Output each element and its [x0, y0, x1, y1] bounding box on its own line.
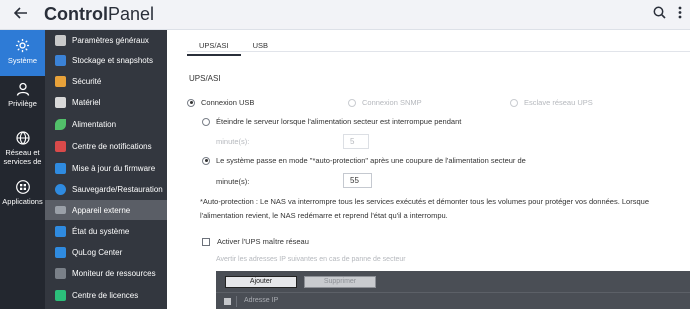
menu-label: QuLog Center — [72, 247, 123, 257]
app-header: ControlPanel — [0, 0, 690, 30]
license-icon — [55, 289, 66, 301]
menu-label: Sauvegarde/Restauration — [72, 184, 163, 194]
radio-autoprotect-option[interactable]: Le système passe en mode "*auto-protecti… — [202, 156, 526, 165]
app-title-rest: Panel — [107, 4, 155, 24]
radio-label: Connexion USB — [201, 98, 255, 107]
hardware-icon — [55, 96, 66, 108]
lock-icon — [55, 75, 66, 87]
menu-item-hardware[interactable]: Matériel — [45, 92, 167, 112]
checkbox-label: Activer l'UPS maître réseau — [217, 237, 309, 246]
add-button[interactable]: Ajouter — [225, 276, 297, 288]
globe-icon — [0, 131, 45, 145]
menu-item-backup[interactable]: Sauvegarde/Restauration — [45, 179, 167, 199]
menu-item-system-status[interactable]: État du système — [45, 221, 167, 241]
firmware-update-icon — [55, 162, 66, 174]
rail-item-system[interactable]: Système — [0, 30, 45, 76]
category-rail: Système Privilège Réseau et services de … — [0, 30, 45, 309]
tab-ups[interactable]: UPS/ASI — [187, 38, 241, 56]
radio-label: Éteindre le serveur lorsque l'alimentati… — [216, 117, 462, 126]
radio-selected-icon — [202, 156, 210, 165]
radio-label: Le système passe en mode "*auto-protecti… — [216, 156, 526, 165]
menu-label: Alimentation — [72, 119, 117, 129]
app-title: ControlPanel — [44, 4, 154, 25]
menu-label: Centre de notifications — [72, 141, 152, 151]
back-arrow-icon[interactable] — [13, 6, 34, 24]
rail-label-privilege: Privilège — [8, 99, 37, 108]
autoprotect-minutes-input[interactable] — [343, 173, 372, 188]
radio-usb-connection[interactable]: Connexion USB — [187, 98, 254, 107]
menu-item-external-device[interactable]: Appareil externe — [45, 200, 167, 220]
search-icon[interactable] — [653, 6, 666, 19]
menu-item-firmware[interactable]: Mise à jour du firmware — [45, 158, 167, 178]
menu-item-qulog[interactable]: QuLog Center — [45, 242, 167, 262]
column-divider — [236, 296, 237, 307]
menu-label: Appareil externe — [72, 205, 131, 215]
note-line: l'alimentation revient, le NAS redémarre… — [200, 211, 448, 220]
menu-label: Mise à jour du firmware — [72, 163, 156, 173]
menu-item-general-settings[interactable]: Paramètres généraux — [45, 30, 167, 50]
tab-usb[interactable]: USB — [241, 38, 280, 56]
menu-item-license-center[interactable]: Centre de licences — [45, 285, 167, 305]
table-header: Adresse IP — [216, 292, 690, 309]
section-title: UPS/ASI — [189, 74, 221, 83]
radio-unselected-icon — [348, 98, 356, 107]
radio-unselected-icon — [202, 117, 210, 126]
radio-label: Esclave réseau UPS — [524, 98, 593, 107]
menu-label: Sécurité — [72, 76, 102, 86]
minutes-label-disabled: minute(s): — [216, 137, 250, 146]
rail-item-privilege[interactable]: Privilège — [0, 82, 45, 118]
ip-address-table: Ajouter Supprimer Adresse IP — [216, 271, 690, 309]
shutdown-minutes-input[interactable] — [343, 134, 369, 149]
menu-label: Moniteur de ressources — [72, 268, 156, 278]
app-title-bold: Control — [44, 4, 108, 24]
rail-item-applications[interactable]: Applications — [0, 180, 45, 216]
menu-item-security[interactable]: Sécurité — [45, 71, 167, 91]
minutes-label: minute(s): — [216, 177, 250, 186]
menu-label: Matériel — [72, 97, 101, 107]
tab-bar: UPS/ASI USB — [187, 38, 280, 56]
rail-label-applications: Applications — [2, 197, 43, 206]
rail-label-network: Réseau et services de — [3, 148, 42, 166]
settings-icon — [55, 34, 66, 46]
rail-item-network[interactable]: Réseau et services de — [0, 131, 45, 171]
menu-item-resource-monitor[interactable]: Moniteur de ressources — [45, 263, 167, 283]
radio-unselected-icon — [510, 98, 518, 107]
menu-item-storage[interactable]: Stockage et snapshots — [45, 50, 167, 70]
resource-monitor-icon — [55, 267, 66, 279]
user-icon — [0, 82, 45, 96]
autoprotect-note: *Auto-protection : Le NAS va interrompre… — [200, 195, 680, 223]
menu-item-power[interactable]: Alimentation — [45, 114, 167, 134]
system-status-icon — [55, 225, 66, 237]
power-leaf-icon — [55, 118, 66, 130]
checkbox-unchecked-icon — [202, 237, 210, 246]
rail-label-system: Système — [7, 56, 38, 65]
select-all-checkbox[interactable] — [224, 298, 231, 305]
qulog-icon — [55, 246, 66, 258]
network-master-checkbox[interactable]: Activer l'UPS maître réseau — [202, 237, 309, 246]
note-line: *Auto-protection : Le NAS va interrompre… — [200, 197, 649, 206]
notify-ip-hint: Avertir les adresses IP suivantes en cas… — [216, 256, 406, 263]
tab-divider — [187, 51, 690, 52]
radio-snmp-connection[interactable]: Connexion SNMP — [348, 98, 422, 107]
apps-grid-icon — [0, 180, 45, 194]
content-panel: UPS/ASI USB UPS/ASI Connexion USB Connex… — [167, 30, 690, 309]
system-menu: Paramètres généraux Stockage et snapshot… — [45, 30, 167, 309]
radio-selected-icon — [187, 98, 195, 107]
backup-icon — [55, 183, 66, 195]
menu-item-notifications[interactable]: Centre de notifications — [45, 136, 167, 156]
radio-shutdown-option[interactable]: Éteindre le serveur lorsque l'alimentati… — [202, 117, 461, 126]
menu-label: Stockage et snapshots — [72, 55, 153, 65]
more-vertical-icon[interactable] — [678, 6, 682, 19]
menu-label: Paramètres généraux — [72, 35, 149, 45]
storage-icon — [55, 54, 66, 66]
notification-icon — [55, 140, 66, 152]
menu-label: Centre de licences — [72, 290, 139, 300]
radio-network-slave[interactable]: Esclave réseau UPS — [510, 98, 593, 107]
radio-label: Connexion SNMP — [362, 98, 422, 107]
delete-button[interactable]: Supprimer — [304, 276, 376, 288]
menu-label: État du système — [72, 226, 130, 236]
ip-column-header: Adresse IP — [244, 297, 279, 304]
external-device-icon — [55, 206, 66, 214]
gear-icon — [0, 38, 45, 53]
